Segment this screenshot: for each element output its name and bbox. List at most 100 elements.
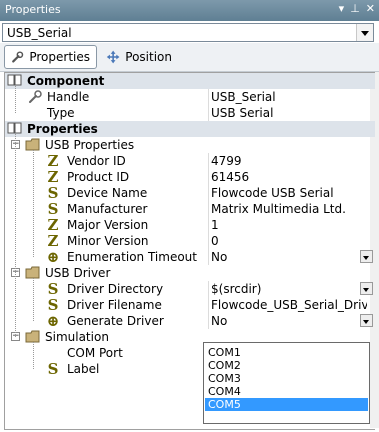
dropdown-arrow-icon[interactable]: ▾ — [339, 2, 345, 15]
tree-line — [15, 86, 16, 113]
property-value[interactable]: 1 — [211, 218, 367, 232]
column-divider — [208, 249, 209, 265]
integer-type-icon: Z — [47, 232, 59, 250]
column-divider — [208, 89, 209, 105]
property-row-minor-version[interactable]: Z Minor Version 0 — [5, 232, 375, 250]
property-value[interactable]: 61456 — [211, 170, 367, 184]
property-name: Generate Driver — [67, 314, 164, 328]
string-type-icon: S — [47, 360, 59, 378]
property-name: Vendor ID — [67, 154, 126, 168]
property-row-driver-directory[interactable]: S Driver Directory $(srcdir) — [5, 280, 375, 298]
category-properties-label: Properties — [27, 122, 98, 136]
property-value[interactable]: No — [211, 314, 367, 328]
integer-type-icon: Z — [47, 152, 59, 170]
integer-type-icon: Z — [47, 216, 59, 234]
boolean-type-icon: ⊕ — [46, 248, 60, 266]
close-icon[interactable]: ✕ — [366, 2, 375, 15]
group-label: USB Properties — [45, 138, 135, 152]
property-row-handle[interactable]: Handle USB_Serial — [5, 89, 375, 105]
property-row-manufacturer[interactable]: S Manufacturer Matrix Multimedia Ltd. — [5, 200, 375, 218]
titlebar-buttons: ▾ ⊥ ✕ — [339, 2, 375, 15]
property-value[interactable]: USB_Serial — [211, 90, 367, 104]
object-selector[interactable]: USB_Serial — [2, 23, 374, 42]
value-dropdown-button[interactable] — [360, 282, 373, 295]
dropdown-option-com3[interactable]: COM3 — [205, 372, 368, 385]
property-name: Product ID — [67, 170, 130, 184]
property-name: Device Name — [67, 186, 148, 200]
property-row-generate-driver[interactable]: ⊕ Generate Driver No — [5, 312, 375, 330]
property-value[interactable]: Matrix Multimedia Ltd. — [211, 202, 367, 216]
property-name: Type — [47, 106, 75, 120]
category-properties[interactable]: Properties — [5, 121, 375, 137]
pin-icon[interactable]: ⊥ — [350, 2, 360, 15]
dropdown-option-com4[interactable]: COM4 — [205, 385, 368, 398]
string-type-icon: S — [47, 200, 59, 218]
column-divider — [208, 105, 209, 121]
move-arrows-icon — [106, 50, 120, 64]
tree-line — [15, 134, 16, 337]
value-dropdown-button[interactable] — [360, 250, 373, 263]
property-row-device-name[interactable]: S Device Name Flowcode USB Serial — [5, 184, 375, 202]
column-divider — [208, 153, 209, 169]
property-row-enumeration-timeout[interactable]: ⊕ Enumeration Timeout No — [5, 248, 375, 266]
column-divider — [208, 281, 209, 297]
property-value[interactable]: No — [211, 250, 367, 264]
column-divider — [208, 217, 209, 233]
column-divider — [208, 185, 209, 201]
category-component-label: Component — [27, 74, 105, 88]
string-type-icon: S — [47, 296, 59, 314]
property-row-product-id[interactable]: Z Product ID 61456 — [5, 168, 375, 186]
group-usb-driver[interactable]: − USB Driver — [5, 265, 375, 281]
tree-line — [33, 278, 34, 321]
column-divider — [208, 233, 209, 249]
property-name: Label — [67, 362, 100, 376]
property-value[interactable]: 4799 — [211, 154, 367, 168]
panel-title: Properties — [5, 3, 61, 16]
string-type-icon: S — [47, 184, 59, 202]
property-value: USB Serial — [211, 106, 274, 120]
panel-titlebar: Properties ▾ ⊥ ✕ — [0, 0, 379, 21]
object-selector-dropdown-button[interactable] — [356, 24, 373, 41]
tab-position[interactable]: Position — [100, 45, 178, 69]
value-dropdown-button[interactable] — [360, 314, 373, 327]
string-type-icon: S — [47, 280, 59, 298]
column-divider — [208, 297, 209, 313]
dropdown-option-com5[interactable]: COM5 — [205, 398, 368, 411]
tab-strip: Properties Position — [0, 43, 379, 72]
property-name: Manufacturer — [67, 202, 148, 216]
group-label: Simulation — [45, 330, 109, 344]
wrench-icon — [12, 51, 24, 63]
property-name: Driver Filename — [67, 298, 162, 312]
property-row-major-version[interactable]: Z Major Version 1 — [5, 216, 375, 234]
column-divider — [208, 313, 209, 329]
property-value[interactable]: $(srcdir) — [211, 282, 367, 296]
property-value[interactable]: 0 — [211, 234, 367, 248]
column-divider — [208, 169, 209, 185]
object-selector-value: USB_Serial — [7, 26, 72, 40]
group-label: USB Driver — [45, 266, 111, 280]
tree-line — [33, 342, 34, 369]
com-port-dropdown-list[interactable]: COM1 COM2 COM3 COM4 COM5 — [203, 342, 370, 424]
property-row-driver-filename[interactable]: S Driver Filename Flowcode_USB_Serial_Dr… — [5, 296, 375, 314]
property-row-vendor-id[interactable]: Z Vendor ID 4799 — [5, 152, 375, 170]
dropdown-option-com1[interactable]: COM1 — [205, 346, 368, 359]
property-name: COM Port — [67, 346, 123, 360]
tree-line — [33, 150, 34, 257]
wrench-icon — [29, 90, 42, 103]
dropdown-option-com2[interactable]: COM2 — [205, 359, 368, 372]
property-name: Driver Directory — [67, 282, 164, 296]
property-value[interactable]: Flowcode_USB_Serial_Driver — [211, 298, 367, 312]
property-value[interactable]: Flowcode USB Serial — [211, 186, 367, 200]
category-component[interactable]: Component — [5, 73, 375, 89]
property-name: Minor Version — [67, 234, 149, 248]
tab-properties[interactable]: Properties — [4, 45, 97, 69]
integer-type-icon: Z — [47, 168, 59, 186]
group-usb-properties[interactable]: − USB Properties — [5, 137, 375, 153]
property-name: Enumeration Timeout — [67, 250, 197, 264]
column-divider — [208, 201, 209, 217]
property-name: Handle — [47, 90, 90, 104]
tab-properties-label: Properties — [29, 50, 90, 64]
boolean-type-icon: ⊕ — [46, 312, 60, 330]
tab-position-label: Position — [125, 50, 172, 64]
property-row-type[interactable]: Type USB Serial — [5, 105, 375, 121]
